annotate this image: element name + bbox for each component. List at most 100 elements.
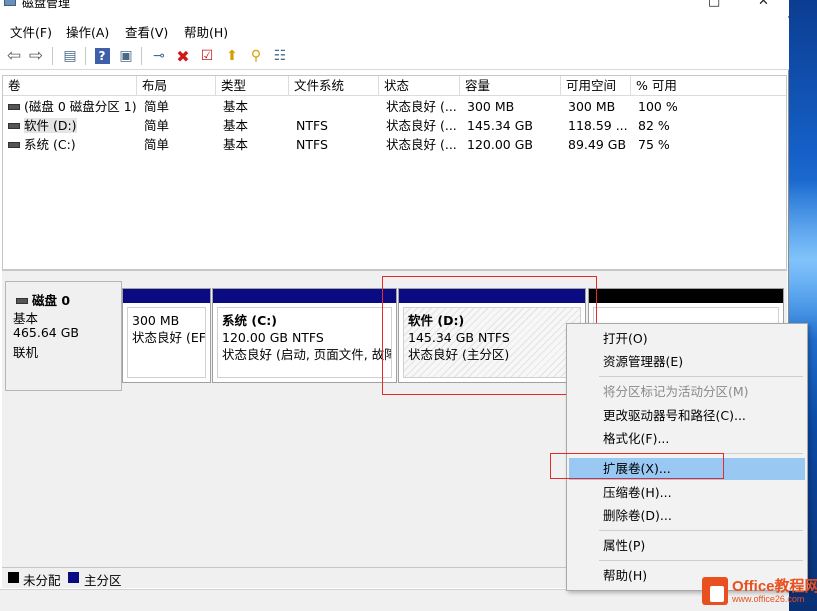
search-icon[interactable]: ⚲ — [246, 46, 266, 66]
window-title: 磁盘管理 — [22, 0, 71, 10]
menu-item-mark-active: 将分区标记为活动分区(M) — [603, 384, 749, 399]
forward-arrow-icon[interactable]: ⇨ — [26, 46, 46, 66]
menu-help[interactable]: 帮助(H) — [184, 22, 228, 41]
unallocated-bar — [589, 289, 783, 303]
volume-type: 基本 — [223, 118, 249, 133]
connect-icon[interactable]: ⊸ — [149, 46, 169, 66]
watermark: Office教程网 www.office26.com — [700, 573, 817, 611]
column-header-volume[interactable]: 卷 — [3, 76, 137, 96]
volume-capacity: 145.34 GB — [467, 118, 533, 133]
column-header-percent-free[interactable]: % 可用 — [631, 76, 788, 96]
column-header-status[interactable]: 状态 — [379, 76, 460, 96]
menu-file[interactable]: 文件(F) — [10, 22, 52, 41]
menu-separator — [599, 376, 803, 377]
maximize-icon[interactable]: □ — [708, 0, 720, 9]
toolbar: ⇦ ⇨ ▤ ? ▣ ⊸ ✖ ☑ ⬆ ⚲ ☷ — [0, 42, 789, 70]
partition-name: 系统 (C:) — [222, 313, 277, 328]
volume-percent-free: 82 % — [638, 118, 670, 133]
volume-layout: 简单 — [144, 118, 170, 133]
volume-type: 基本 — [223, 137, 249, 152]
volume-name: 系统 (C:) — [24, 137, 76, 152]
column-header-layout[interactable]: 布局 — [137, 76, 216, 96]
volume-name: 软件 (D:) — [24, 118, 77, 133]
column-header-type[interactable]: 类型 — [216, 76, 289, 96]
disk-management-app-icon — [4, 0, 16, 6]
volume-filesystem: NTFS — [296, 137, 328, 152]
volume-icon — [8, 103, 20, 110]
disk-info-panel[interactable]: 磁盘 0 基本 465.64 GB 联机 — [5, 281, 122, 391]
menu-bar: 文件(F) 操作(A) 查看(V) 帮助(H) — [0, 18, 789, 42]
toolbar-divider — [52, 47, 53, 65]
check-icon[interactable]: ☑ — [197, 46, 217, 66]
menu-action[interactable]: 操作(A) — [66, 22, 109, 41]
menu-item-format[interactable]: 格式化(F)... — [569, 428, 805, 450]
volume-free-space: 89.49 GB — [568, 137, 627, 152]
toolbar-divider — [141, 47, 142, 65]
title-bar: 磁盘管理 □ ✕ — [0, 0, 789, 16]
annotation-box-d — [382, 276, 597, 395]
menu-item-change-drive-letter[interactable]: 更改驱动器号和路径(C)... — [569, 405, 805, 427]
help-icon[interactable]: ? — [92, 46, 112, 66]
status-bar — [0, 589, 789, 611]
volume-list: 卷 布局 类型 文件系统 状态 容量 可用空间 % 可用 (磁盘 0 磁盘分区 … — [2, 75, 787, 270]
volume-filesystem — [291, 97, 379, 116]
properties-icon[interactable]: ▣ — [116, 46, 136, 66]
volume-capacity: 300 MB — [467, 99, 515, 114]
delete-icon[interactable]: ✖ — [173, 46, 193, 66]
legend-swatch-unallocated — [8, 572, 19, 583]
legend-swatch-primary — [68, 572, 79, 583]
menu-item-explorer[interactable]: 资源管理器(E) — [569, 351, 805, 373]
table-row[interactable]: 软件 (D:) 简单 基本 NTFS 状态良好 (... 145.34 GB 1… — [3, 116, 786, 135]
menu-item-shrink-volume[interactable]: 压缩卷(H)... — [569, 482, 805, 504]
primary-partition-bar — [123, 289, 210, 303]
volume-percent-free: 100 % — [638, 99, 678, 114]
primary-partition-bar — [213, 289, 396, 303]
partition-size: 300 MB — [132, 313, 180, 328]
volume-percent-free: 75 % — [638, 137, 670, 152]
volume-free-space: 118.59 ... — [568, 118, 628, 133]
partition-status: 状态良好 (启动, 页面文件, 故障 — [222, 347, 392, 362]
menu-separator — [599, 560, 803, 561]
console-tree-icon[interactable]: ▤ — [60, 46, 80, 66]
volume-status: 状态良好 (... — [386, 137, 457, 152]
disk-icon — [16, 297, 28, 304]
menu-item-delete-volume[interactable]: 删除卷(D)... — [569, 505, 805, 527]
table-row[interactable]: (磁盘 0 磁盘分区 1) 简单 基本 状态良好 (... 300 MB 300… — [3, 97, 786, 116]
settings-icon[interactable]: ☷ — [270, 46, 290, 66]
legend-label-primary: 主分区 — [84, 573, 122, 588]
menu-separator — [599, 530, 803, 531]
volume-icon — [8, 141, 20, 148]
office-logo-icon — [702, 577, 728, 605]
menu-item-open[interactable]: 打开(O) — [569, 328, 805, 350]
volume-layout: 简单 — [144, 137, 170, 152]
menu-view[interactable]: 查看(V) — [125, 22, 168, 41]
toolbar-divider — [85, 47, 86, 65]
legend-label-unallocated: 未分配 — [23, 573, 61, 588]
volume-filesystem: NTFS — [296, 118, 328, 133]
disk-size: 465.64 GB — [13, 325, 79, 340]
back-arrow-icon[interactable]: ⇦ — [4, 46, 24, 66]
partition-efi[interactable]: 300 MB 状态良好 (EFI — [122, 288, 211, 383]
column-header-free-space[interactable]: 可用空间 — [561, 76, 631, 96]
volume-list-header: 卷 布局 类型 文件系统 状态 容量 可用空间 % 可用 — [3, 76, 786, 96]
watermark-site: www.office26.com — [732, 594, 805, 604]
volume-status: 状态良好 (... — [386, 99, 457, 114]
menu-item-properties[interactable]: 属性(P) — [569, 535, 805, 557]
column-header-filesystem[interactable]: 文件系统 — [289, 76, 379, 96]
desktop-glow — [789, 180, 817, 340]
volume-free-space: 300 MB — [568, 99, 616, 114]
column-header-capacity[interactable]: 容量 — [460, 76, 561, 96]
disk-name: 磁盘 0 — [32, 293, 71, 308]
partition-c[interactable]: 系统 (C:) 120.00 GB NTFS 状态良好 (启动, 页面文件, 故… — [212, 288, 397, 383]
volume-capacity: 120.00 GB — [467, 137, 533, 152]
watermark-brand: Office教程网 — [732, 578, 817, 595]
partition-status: 状态良好 (EFI — [132, 330, 206, 345]
annotation-box-extend — [550, 453, 724, 479]
close-icon[interactable]: ✕ — [758, 0, 769, 9]
volume-layout: 简单 — [144, 99, 170, 114]
partition-size: 120.00 GB NTFS — [222, 330, 324, 345]
up-icon[interactable]: ⬆ — [222, 46, 242, 66]
volume-type: 基本 — [223, 99, 249, 114]
table-row[interactable]: 系统 (C:) 简单 基本 NTFS 状态良好 (... 120.00 GB 8… — [3, 135, 786, 154]
volume-icon — [8, 122, 20, 129]
